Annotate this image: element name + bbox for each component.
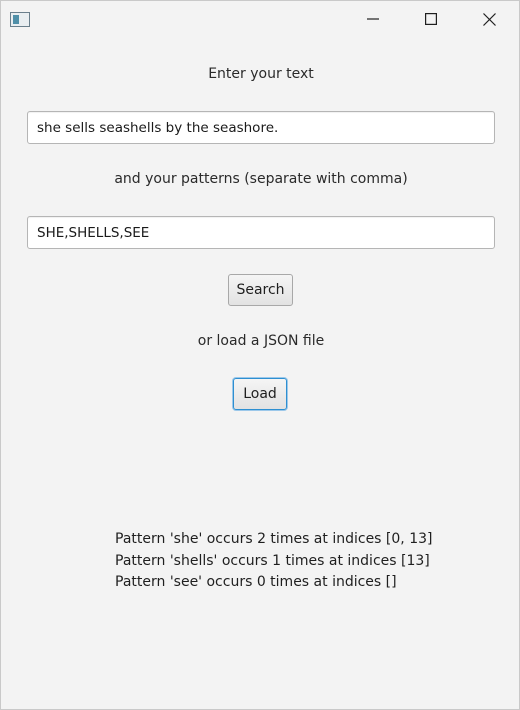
minimize-button[interactable] bbox=[344, 1, 402, 37]
close-button[interactable] bbox=[460, 1, 518, 37]
patterns-input[interactable] bbox=[27, 216, 495, 249]
close-icon bbox=[482, 12, 496, 26]
load-button[interactable]: Load bbox=[233, 378, 287, 410]
text-input[interactable] bbox=[27, 111, 495, 144]
result-line: Pattern 'see' occurs 0 times at indices … bbox=[115, 574, 397, 590]
results-list: Pattern 'she' occurs 2 times at indices … bbox=[115, 529, 432, 594]
result-line: Pattern 'shells' occurs 1 times at indic… bbox=[115, 552, 430, 569]
text-label: Enter your text bbox=[208, 66, 314, 82]
maximize-button[interactable] bbox=[402, 1, 460, 37]
app-window: Enter your text and your patterns (separ… bbox=[0, 0, 520, 710]
app-window-icon bbox=[10, 12, 30, 27]
patterns-label: and your patterns (separate with comma) bbox=[114, 171, 408, 187]
title-bar[interactable] bbox=[1, 1, 520, 37]
load-label: or load a JSON file bbox=[197, 333, 325, 349]
result-line: Pattern 'she' occurs 2 times at indices … bbox=[115, 531, 433, 547]
maximize-icon bbox=[425, 13, 437, 25]
search-button[interactable]: Search bbox=[228, 274, 293, 306]
minimize-icon bbox=[367, 18, 379, 20]
